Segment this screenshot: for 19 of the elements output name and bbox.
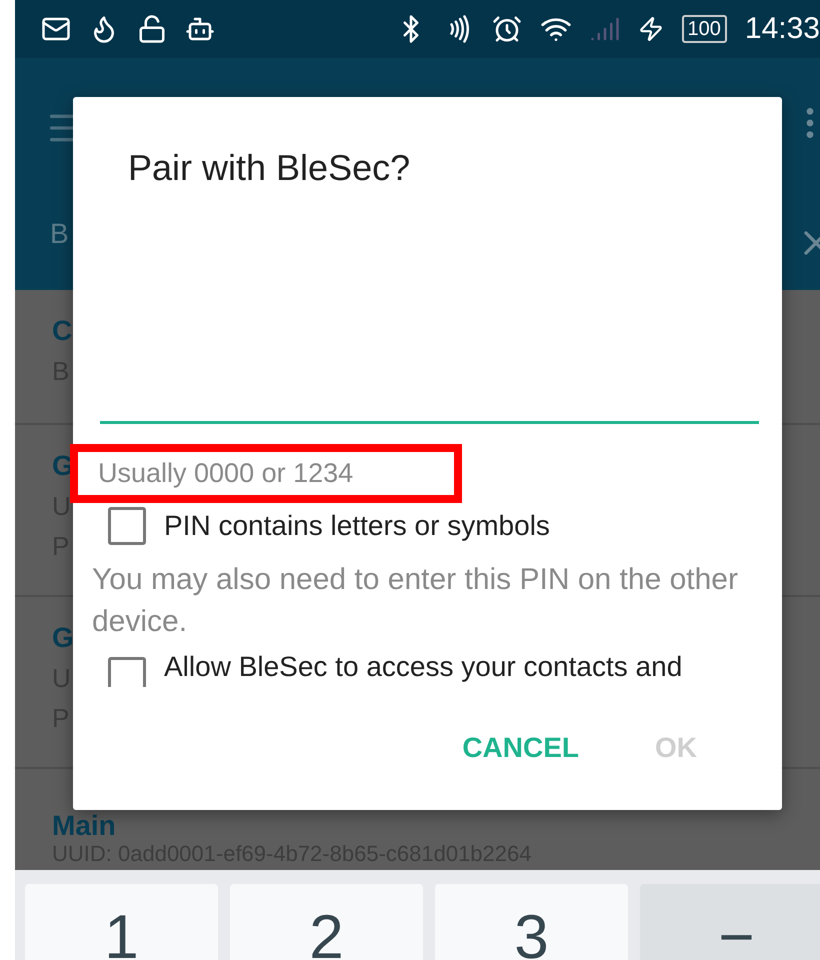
- checkbox[interactable]: [108, 507, 146, 545]
- keyboard-key[interactable]: 1: [25, 884, 218, 960]
- checkbox[interactable]: [108, 657, 146, 687]
- helper-text: Usually 0000 or 1234: [98, 458, 354, 488]
- item-title: C: [52, 314, 72, 348]
- lock-icon: [137, 14, 167, 44]
- keyboard-key[interactable]: −: [640, 884, 820, 960]
- keyboard-key[interactable]: 2: [230, 884, 423, 960]
- checkbox-label: Allow BleSec to access your contacts and: [164, 651, 682, 683]
- item-title: Main: [52, 812, 116, 840]
- checkbox-label: PIN contains letters or symbols: [164, 510, 550, 542]
- dialog-note: You may also need to enter this PIN on the other device.: [92, 562, 739, 640]
- charging-icon: [638, 16, 664, 42]
- clock-time: 14:33: [744, 12, 820, 46]
- alarm-icon: [492, 14, 522, 44]
- item-title: G: [52, 621, 74, 655]
- dialog-title: Pair with BleSec?: [128, 147, 412, 189]
- keyboard-key[interactable]: 3: [435, 884, 628, 960]
- battery-level: 100: [682, 15, 727, 43]
